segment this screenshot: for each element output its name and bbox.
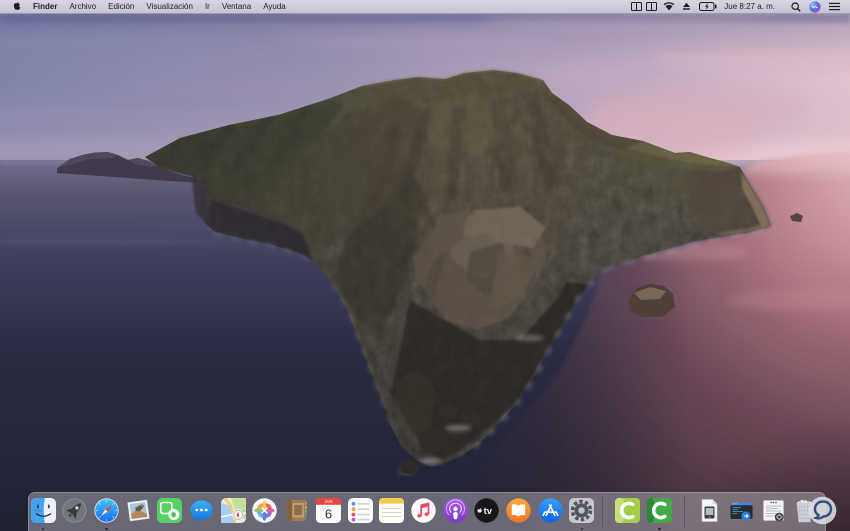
svg-text:JUN: JUN [324,499,332,504]
svg-text:tv: tv [484,506,493,517]
svg-text:6: 6 [325,507,332,522]
